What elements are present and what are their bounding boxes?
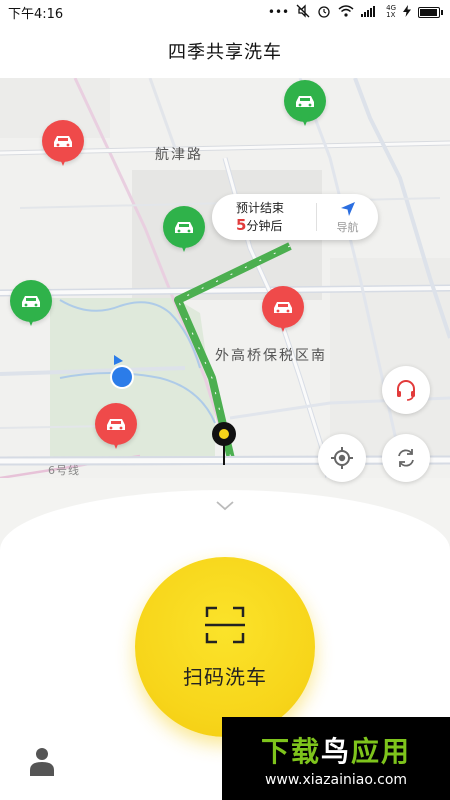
navigate-label: 导航 [336, 220, 359, 234]
more-dots-icon: ••• [267, 5, 290, 19]
eta-suffix: 分钟后 [246, 218, 283, 233]
navigation-arrow-icon [340, 201, 355, 216]
battery-icon [418, 6, 443, 18]
scan-wash-button[interactable]: 扫码洗车 [135, 557, 315, 737]
profile-button[interactable] [30, 746, 54, 780]
eta-bubble: 预计结束 5分钟后 导航 [212, 194, 378, 240]
metro-label: 6号线 [48, 464, 80, 477]
headset-icon [397, 380, 415, 401]
signal-icon [361, 5, 379, 20]
car-wash-pin[interactable] [163, 206, 205, 256]
car-wash-pin[interactable] [10, 280, 52, 330]
eta-label: 预计结束 [236, 200, 285, 215]
wifi-icon [338, 4, 354, 20]
user-location-marker [110, 355, 134, 389]
mute-icon [296, 3, 310, 21]
car-icon [54, 136, 72, 147]
car-wash-pin[interactable] [95, 403, 137, 453]
car-wash-pin[interactable] [284, 80, 326, 130]
status-time: 下午4:16 [8, 6, 64, 22]
watermark-url: www.xiazainiao.com [264, 771, 408, 788]
locate-button[interactable] [318, 434, 366, 482]
car-icon [107, 419, 125, 430]
chevron-down-icon[interactable] [215, 500, 235, 512]
user-icon [30, 748, 54, 776]
car-icon [175, 222, 193, 233]
refresh-button[interactable] [382, 434, 430, 482]
network-type: 4G 1X [386, 4, 396, 19]
navigate-button[interactable]: 导航 [317, 200, 378, 235]
road-label: 航津路 [155, 147, 203, 163]
car-icon [274, 302, 292, 313]
watermark-logo: 下载鸟应用 www.xiazainiao.com [222, 717, 450, 800]
charging-icon [403, 4, 411, 20]
area-label: 外高桥保税区南 [215, 348, 327, 364]
locate-icon [331, 447, 353, 469]
alarm-icon [317, 4, 331, 21]
eta-minutes: 5 [236, 215, 247, 234]
map-view[interactable]: 航津路 外高桥保税区南 6号线 预计结束 5分钟后 导航 [0, 78, 450, 558]
status-icons: ••• 4G 1X [267, 3, 443, 21]
scan-icon [205, 606, 245, 643]
refresh-icon [398, 449, 414, 467]
car-wash-pin[interactable] [42, 120, 84, 170]
scan-wash-label: 扫码洗车 [183, 664, 267, 689]
destination-marker [212, 422, 236, 465]
customer-service-button[interactable] [382, 366, 430, 414]
car-icon [296, 96, 314, 107]
page-title: 四季共享洗车 [0, 24, 450, 78]
car-icon [22, 296, 40, 307]
status-bar: 下午4:16 ••• 4G 1X [0, 0, 450, 24]
car-wash-pin[interactable] [262, 286, 304, 336]
